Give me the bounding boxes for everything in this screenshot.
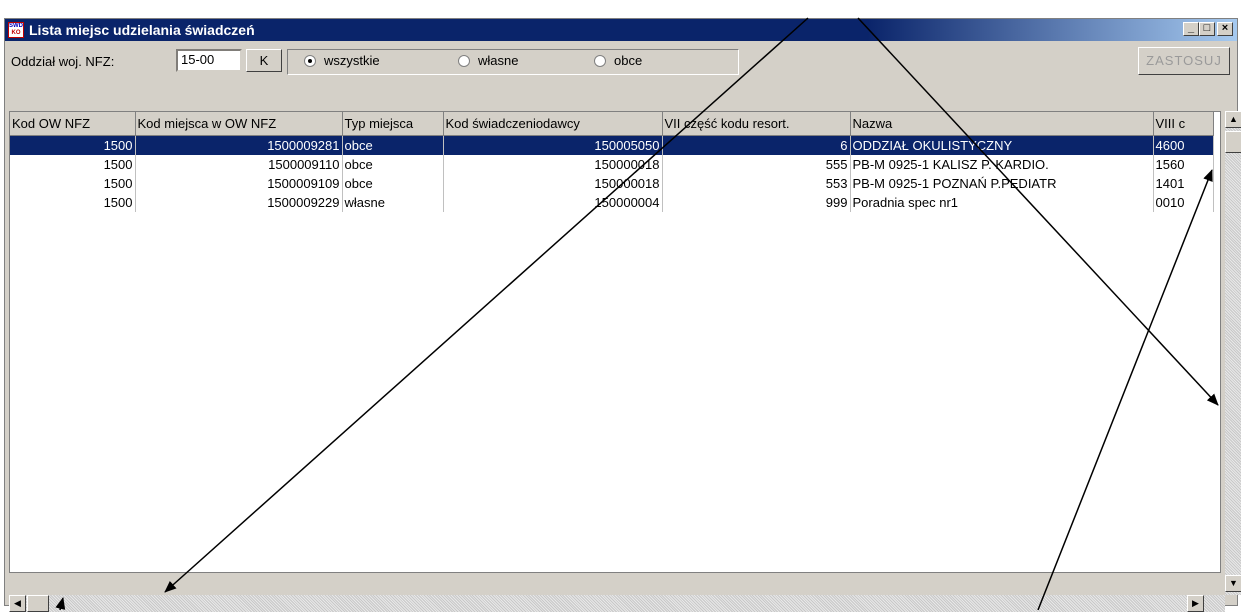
table-cell: 1500009110 (135, 155, 343, 174)
title-bar[interactable]: SWD KO Lista miejsc udzielania świadczeń… (5, 19, 1237, 41)
oddzial-label: Oddział woj. NFZ: (11, 54, 115, 69)
app-icon: SWD KO (8, 22, 24, 38)
column-header[interactable]: Nazwa (850, 112, 1154, 136)
radio-own[interactable] (458, 55, 470, 67)
table-cell: PB-M 0925-1 KALISZ P. KARDIO. (850, 155, 1154, 174)
table-cell: 553 (662, 174, 851, 193)
column-header[interactable]: VII część kodu resort. (662, 112, 851, 136)
radio-foreign-label[interactable]: obce (614, 53, 642, 68)
radio-all-label[interactable]: wszystkie (324, 53, 380, 68)
close-button[interactable]: × (1217, 22, 1233, 36)
table-cell: 1500 (10, 135, 136, 155)
scroll-left-button[interactable]: ◀ (9, 595, 26, 612)
horizontal-scroll-thumb[interactable] (27, 595, 49, 612)
table-cell: 1500 (10, 155, 136, 174)
table-cell: 150000018 (443, 155, 663, 174)
places-grid[interactable]: Kod OW NFZ Kod miejsca w OW NFZ Typ miejsc… (9, 111, 1221, 573)
scroll-right-button[interactable]: ▶ (1187, 595, 1204, 612)
radio-own-label[interactable]: własne (478, 53, 518, 68)
table-cell: 1500 (10, 193, 136, 212)
column-header[interactable]: VIII c (1153, 112, 1214, 136)
table-cell: ODDZIAŁ OKULISTYCZNY (850, 135, 1154, 155)
table-cell: 1560 (1153, 155, 1214, 174)
table-cell: obce (342, 155, 444, 174)
table-cell: 555 (662, 155, 851, 174)
vertical-scrollbar[interactable]: ▲ ▼ (1225, 111, 1241, 595)
table-cell: 6 (662, 135, 851, 155)
window-title: Lista miejsc udzielania świadczeń (29, 22, 255, 38)
table-cell: 1500009109 (135, 174, 343, 193)
radio-foreign[interactable] (594, 55, 606, 67)
table-row[interactable]: 1500 1500009110 obce 150000018 555 PB-M 0925-… (10, 155, 1214, 174)
table-cell: PB-M 0925-1 POZNAŃ P.PEDIATR (850, 174, 1154, 193)
table-cell: 4600 (1153, 135, 1214, 155)
table-cell: 1500 (10, 174, 136, 193)
filter-toolbar: Oddział woj. NFZ: 15-00 K wszystkie włas… (5, 41, 1237, 81)
places-table: Kod OW NFZ Kod miejsca w OW NFZ Typ miejsc… (10, 112, 1214, 212)
minimize-button[interactable]: _ (1183, 22, 1199, 36)
column-header[interactable]: Kod OW NFZ (10, 112, 136, 136)
maximize-button[interactable]: □ (1199, 22, 1215, 36)
table-row[interactable]: 1500 1500009109 obce 150000018 553 PB-M 0925-… (10, 174, 1214, 193)
table-cell: 1401 (1153, 174, 1214, 193)
table-cell: 150000018 (443, 174, 663, 193)
table-cell: 150000004 (443, 193, 663, 212)
table-row[interactable]: 1500 1500009229 własne 150000004 999 Poradnia… (10, 193, 1214, 212)
table-cell: 1500009229 (135, 193, 343, 212)
column-header[interactable]: Kod miejsca w OW NFZ (135, 112, 343, 136)
application-window: SWD KO Lista miejsc udzielania świadczeń… (4, 18, 1241, 612)
k-button[interactable]: K (246, 49, 282, 72)
table-cell: obce (342, 174, 444, 193)
table-cell: obce (342, 135, 444, 155)
table-row[interactable]: 1500 1500009281 obce 150005050 6 ODDZIAŁ OKUL… (10, 135, 1214, 155)
table-cell: własne (342, 193, 444, 212)
scroll-up-button[interactable]: ▲ (1225, 111, 1241, 128)
apply-button[interactable]: ZASTOSUJ (1138, 47, 1230, 75)
scroll-down-button[interactable]: ▼ (1225, 575, 1241, 592)
column-header[interactable]: Typ miejsca (342, 112, 444, 136)
type-filter-group: wszystkie własne obce (287, 49, 739, 75)
horizontal-scrollbar[interactable]: ◀ ▶ (9, 595, 1225, 612)
radio-all[interactable] (304, 55, 316, 67)
vertical-scroll-thumb[interactable] (1225, 131, 1241, 153)
table-cell: 0010 (1153, 193, 1214, 212)
table-cell: 150005050 (443, 135, 663, 155)
table-cell: 999 (662, 193, 851, 212)
column-header[interactable]: Kod świadczeniodawcy (443, 112, 663, 136)
oddzial-input[interactable]: 15-00 (176, 49, 242, 72)
table-cell: Poradnia spec nr1 (850, 193, 1154, 212)
table-cell: 1500009281 (135, 135, 343, 155)
